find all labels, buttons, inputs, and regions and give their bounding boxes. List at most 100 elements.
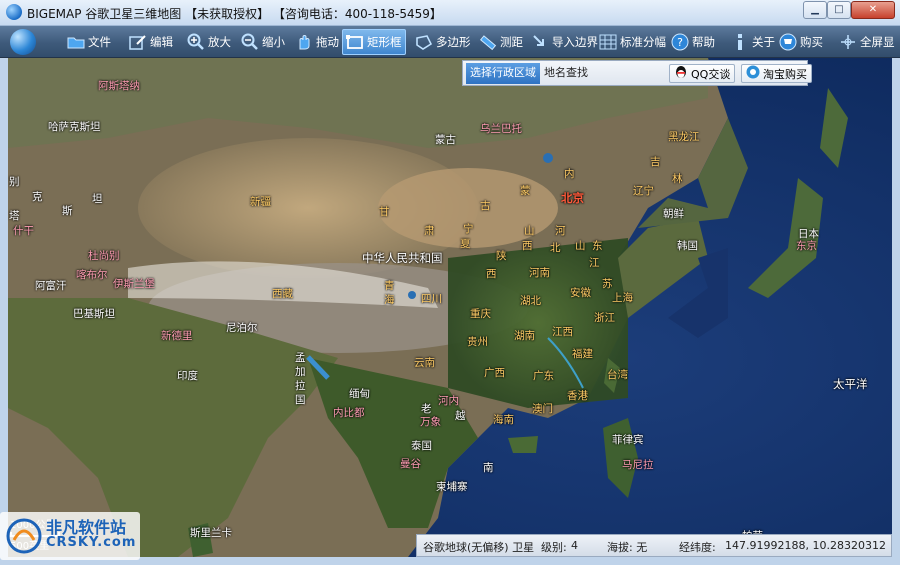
cart-icon [779, 33, 797, 51]
toolbar-fullscreen-button[interactable]: 全屏显 [836, 29, 898, 55]
taobao-icon [746, 65, 760, 82]
window-frame-left [0, 58, 8, 565]
map-label-ocean: 太平洋 [833, 377, 868, 391]
zoom-out-icon [241, 33, 259, 51]
map-label: 香港 [567, 390, 588, 402]
map-label: 苏 [602, 278, 613, 290]
watermark-sub: CRSKY.com [46, 535, 137, 550]
map-label: 河南 [529, 267, 550, 279]
toolbar-edit-button[interactable]: 编辑 [126, 29, 176, 55]
hand-icon [295, 33, 313, 51]
toolbar-rectangle-button[interactable]: 矩形框 [342, 29, 406, 55]
map-label: 江 [589, 257, 600, 269]
toolbar-label: 测距 [500, 35, 523, 49]
close-button[interactable]: ✕ [851, 1, 895, 19]
map-label: 万象 [420, 416, 441, 428]
taobao-buy-label: 淘宝购买 [763, 67, 807, 81]
toolbar-import-boundary-button[interactable]: 导入边界 [528, 29, 601, 55]
tab-place-search[interactable]: 地名查找 [540, 63, 592, 84]
toolbar-pan-button[interactable]: 拖动 [292, 29, 342, 55]
map-label: 拉 [295, 380, 306, 392]
map-label: 马尼拉 [622, 459, 654, 471]
map-label: 林 [672, 173, 683, 185]
toolbar-about-button[interactable]: 关于 [728, 29, 778, 55]
map-label: 西藏 [272, 288, 293, 300]
toolbar-label: 文件 [88, 35, 111, 49]
map-label: 蒙 [520, 185, 531, 197]
title-bar: BIGEMAP 谷歌卫星三维地图 【未获取授权】 【咨询电话：400-118-5… [0, 0, 900, 26]
coordinate-label: 经纬度: [679, 541, 716, 554]
map-label: 什干 [13, 225, 34, 237]
map-label: 江西 [552, 326, 573, 338]
help-icon: ? [671, 33, 689, 51]
toolbar-label: 矩形框 [367, 35, 402, 49]
toolbar-zoom-in-button[interactable]: 放大 [184, 29, 234, 55]
map-label: 尼泊尔 [226, 322, 258, 334]
toolbar-buy-button[interactable]: 购买 [776, 29, 826, 55]
toolbar-measure-button[interactable]: 测距 [476, 29, 526, 55]
toolbar-label: 标准分幅 [620, 35, 666, 49]
qq-chat-button[interactable]: QQ交谈 [669, 64, 736, 83]
map-source-text: 谷歌地球(无偏移) 卫星 [423, 541, 535, 554]
toolbar-polygon-button[interactable]: 多边形 [412, 29, 474, 55]
satellite-map-view[interactable]: 阿斯塔纳 哈萨克斯坦 乌兰巴托 蒙古 黑龙江 吉 林 辽宁 内 蒙 古 北京 朝… [8, 58, 892, 557]
map-label: 陕 [496, 250, 507, 262]
map-label: 湖北 [520, 295, 541, 307]
edit-icon [129, 33, 147, 51]
tab-select-admin-region[interactable]: 选择行政区域 [466, 63, 540, 84]
map-label: 辽宁 [633, 185, 654, 197]
map-label: 宁 [463, 223, 474, 235]
window-title: BIGEMAP 谷歌卫星三维地图 【未获取授权】 【咨询电话：400-118-5… [27, 7, 442, 21]
status-bar: 谷歌地球(无偏移) 卫星 级别: 4 海拔: 无 经纬度: 147.919921… [416, 534, 892, 557]
toolbar-label: 全屏显 [860, 35, 895, 49]
map-label: 广东 [533, 370, 554, 382]
map-label: 杜尚别 [88, 250, 120, 262]
map-label: 海南 [493, 414, 514, 426]
map-label: 别 [9, 176, 20, 188]
map-label: 新疆 [250, 196, 271, 208]
map-label: 河 [555, 225, 566, 237]
ruler-icon [479, 33, 497, 51]
toolbar-label: 购买 [800, 35, 823, 49]
map-label: 柬埔寨 [436, 481, 468, 493]
folder-icon [67, 33, 85, 51]
map-label: 蒙古 [435, 134, 456, 146]
polygon-icon [415, 33, 433, 51]
map-label: 甘 [379, 206, 390, 218]
map-label: 贵州 [467, 336, 488, 348]
map-label: 浙江 [594, 312, 615, 324]
map-label: 韩国 [677, 240, 698, 252]
toolbar-label: 缩小 [262, 35, 285, 49]
map-label: 朝鲜 [663, 208, 684, 220]
zoom-level-value: 4 [571, 539, 578, 552]
toolbar-help-button[interactable]: ? 帮助 [668, 29, 718, 55]
map-label: 古 [480, 200, 491, 212]
fullscreen-icon [839, 33, 857, 51]
map-label: 安徽 [570, 287, 591, 299]
map-label: 克 [32, 191, 43, 203]
map-label: 吉 [650, 156, 661, 168]
map-label: 缅甸 [349, 388, 370, 400]
map-label: 内比都 [333, 407, 365, 419]
map-label: 西 [486, 268, 497, 280]
info-icon [731, 33, 749, 51]
app-logo-icon [6, 4, 22, 20]
taobao-buy-button[interactable]: 淘宝购买 [741, 64, 812, 83]
globe-icon[interactable] [10, 29, 36, 55]
maximize-button[interactable]: □ [827, 1, 851, 19]
toolbar-label: 拖动 [316, 35, 339, 49]
map-label: 湖南 [514, 330, 535, 342]
map-label: 内 [564, 168, 575, 180]
map-label: 阿富汗 [35, 280, 67, 292]
svg-text:?: ? [677, 36, 683, 49]
map-label: 斯里兰卡 [190, 527, 232, 539]
toolbar-label: 多边形 [436, 35, 471, 49]
toolbar-file-button[interactable]: 文件 [64, 29, 114, 55]
map-label: 曼谷 [400, 458, 421, 470]
map-label: 哈萨克斯坦 [48, 121, 101, 133]
map-label: 坦 [92, 193, 103, 205]
qq-chat-label: QQ交谈 [691, 67, 731, 81]
toolbar-standard-sheet-button[interactable]: 标准分幅 [596, 29, 669, 55]
minimize-button[interactable]: ▁ [803, 1, 827, 19]
toolbar-zoom-out-button[interactable]: 缩小 [238, 29, 288, 55]
